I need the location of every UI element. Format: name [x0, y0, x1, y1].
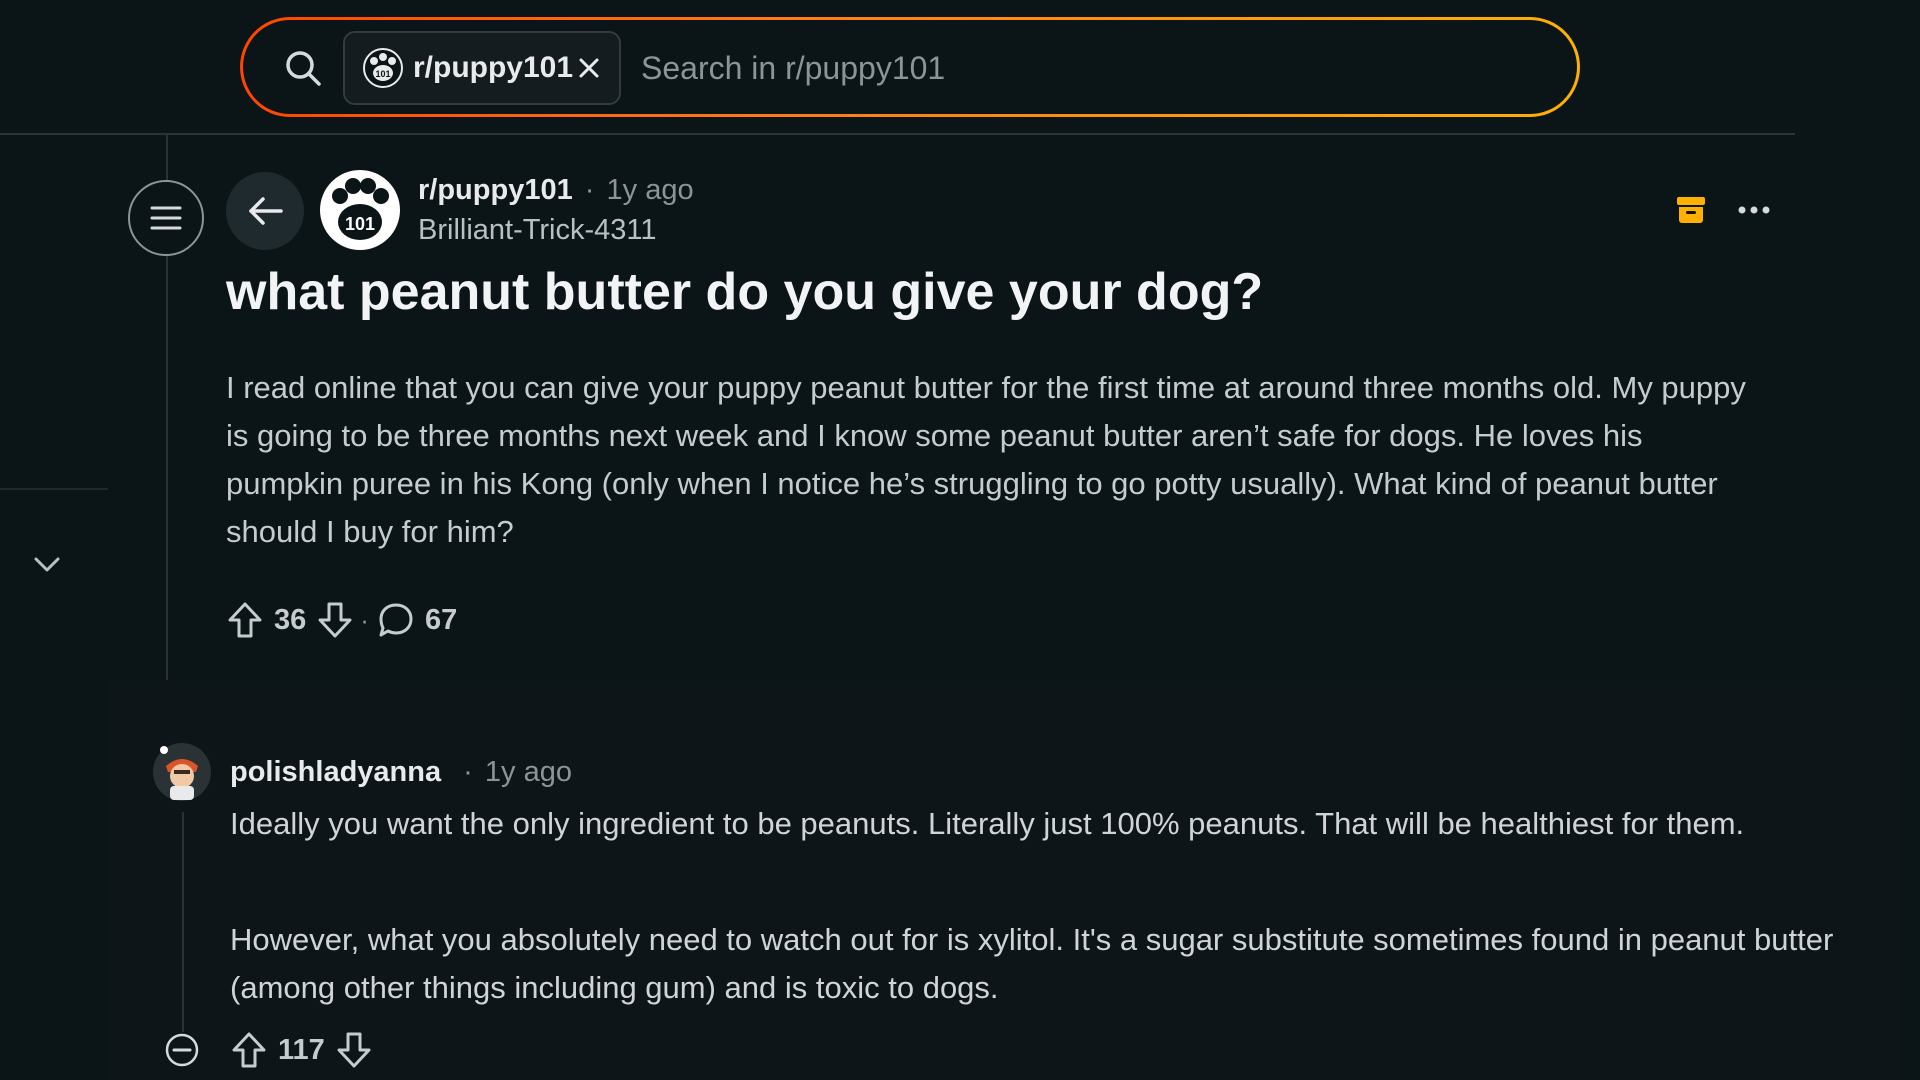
chevron-down-icon[interactable] — [30, 552, 64, 578]
post-body: I read online that you can give your pup… — [226, 370, 1746, 549]
post-vote-count: 36 — [274, 603, 307, 636]
post-timestamp: 1y ago — [606, 174, 694, 206]
comment-author[interactable]: polishladyanna — [230, 756, 441, 788]
subreddit-avatar[interactable]: 101 — [320, 170, 400, 250]
actions-separator: · — [360, 604, 369, 635]
menu-icon — [150, 206, 182, 230]
paw-icon-badge: 101 — [375, 69, 390, 79]
comment-actions: 117 — [230, 1030, 373, 1070]
meta-separator: · — [584, 174, 595, 206]
comment-header: polishladyanna · 1y ago — [230, 756, 572, 789]
reddit-post-page: 101 r/puppy101 Search in r/puppy101 101 … — [0, 0, 1920, 1080]
search-input[interactable] — [641, 38, 1521, 98]
comment-vote-count: 117 — [278, 1033, 325, 1066]
comment-thread-line[interactable] — [182, 812, 184, 1032]
comment-paragraph: Ideally you want the only ingredient to … — [230, 806, 1745, 841]
subreddit-link[interactable]: r/puppy101 — [418, 174, 573, 206]
more-icon[interactable] — [1736, 196, 1772, 224]
subreddit-filter-chip[interactable]: 101 r/puppy101 — [343, 31, 621, 105]
post-author[interactable]: Brilliant-Trick-4311 — [418, 214, 657, 247]
back-button[interactable] — [226, 172, 304, 250]
top-bar: 101 r/puppy101 — [0, 0, 1795, 135]
paw-icon: 101 — [363, 48, 403, 88]
comment-icon[interactable] — [377, 601, 415, 639]
upvote-icon[interactable] — [226, 601, 264, 639]
meta-separator: · — [463, 756, 473, 788]
comment-paragraph: However, what you absolutely need to wat… — [230, 922, 1834, 1005]
post-comment-count[interactable]: 67 — [425, 604, 457, 637]
comment-panel — [108, 680, 1898, 1080]
downvote-icon[interactable] — [335, 1031, 373, 1069]
sidebar-divider — [0, 488, 108, 490]
chip-label: r/puppy101 — [413, 51, 574, 84]
post-actions: 36 · 67 — [226, 598, 467, 642]
collapse-icon[interactable] — [164, 1032, 200, 1068]
upvote-icon[interactable] — [230, 1031, 268, 1069]
archive-icon[interactable] — [1676, 196, 1706, 224]
downvote-icon[interactable] — [316, 601, 354, 639]
post-title: what peanut butter do you give your dog? — [226, 263, 1264, 321]
subreddit-avatar-badge: 101 — [345, 214, 375, 234]
menu-button[interactable] — [128, 180, 204, 256]
search-bar[interactable]: 101 r/puppy101 — [240, 17, 1580, 117]
search-icon[interactable] — [283, 48, 323, 88]
avatar[interactable] — [152, 742, 212, 802]
comment-timestamp: 1y ago — [484, 756, 572, 788]
back-arrow-icon — [249, 197, 283, 225]
close-icon[interactable] — [573, 52, 605, 84]
post-meta: r/puppy101 · 1y ago — [418, 174, 694, 207]
